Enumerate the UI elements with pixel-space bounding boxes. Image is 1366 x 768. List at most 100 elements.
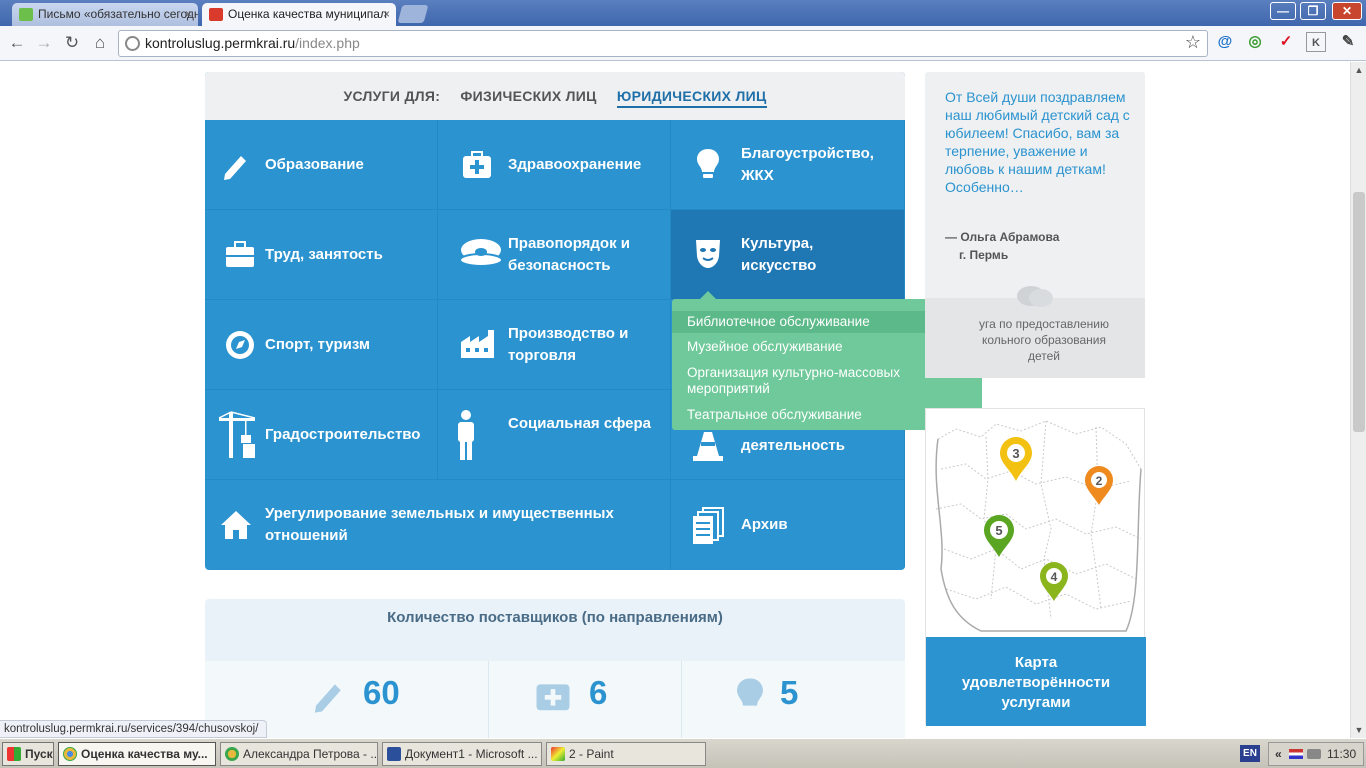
paint-icon [551,747,565,761]
browser-toolbar: ← → ↻ ⌂ kontroluslug.permkrai.ru/index.p… [0,26,1366,61]
service-education[interactable]: Образование [205,120,438,210]
review-category-area: уга по предоставлению кольного образован… [925,286,1145,378]
map-pin-4[interactable]: 4 [1038,561,1070,603]
language-indicator[interactable]: EN [1240,745,1260,762]
service-sport[interactable]: Спорт, туризм [205,300,438,390]
system-tray: « 11:30 [1268,742,1364,766]
service-utilities[interactable]: Благоустройство, ЖКХ [671,120,905,210]
review-card: От Всей души поздравляем наш любимый дет… [925,72,1145,378]
close-window-button[interactable]: ✕ [1332,2,1362,20]
service-healthcare[interactable]: Здравоохранение [438,120,671,210]
mask-icon [696,240,720,268]
service-label: Правопорядок и безопасность [508,235,630,274]
map-caption-text: Карта удовлетворённости услугами [961,654,1111,711]
services-header: УСЛУГИ ДЛЯ: ФИЗИЧЕСКИХ ЛИЦ ЮРИДИЧЕСКИХ Л… [205,72,905,120]
service-archive[interactable]: Архив [671,480,905,570]
stats-body: 60 6 5 [205,661,905,738]
tab-kontroluslug[interactable]: Оценка качества муниципал × [202,3,396,26]
tray-expand-icon[interactable]: « [1275,743,1282,765]
site-favicon-icon [209,8,223,21]
service-label: Труд, занятость [265,246,383,263]
scroll-thumb[interactable] [1353,192,1365,432]
extension-refresh-icon[interactable]: ◎ [1245,32,1265,52]
stat-utilities[interactable]: 5 [682,661,905,738]
taskbar-label: Александра Петрова - ... [243,747,378,761]
extension-check-icon[interactable]: ✓ [1276,32,1296,52]
service-labor[interactable]: Труд, занятость [205,210,438,300]
service-industry-trade[interactable]: Производство и торговля [438,300,671,390]
service-label: Урегулирование земельных и имущественных… [265,505,614,544]
windows-taskbar: Пуск Оценка качества му... Александра Пе… [0,738,1366,768]
taskbar-item-chat[interactable]: Александра Петрова - ... [220,742,378,766]
factory-icon [461,330,494,358]
services-for-label: УСЛУГИ ДЛЯ: [343,88,441,104]
tab-mail[interactable]: Письмо «обязательно сегодн × [12,3,198,26]
globe-icon [125,36,140,51]
map-pin-2[interactable]: 2 [1083,465,1115,507]
url-text: kontroluslug.permkrai.ru/index.php [145,35,360,51]
taskbar-label: Документ1 - Microsoft ... [405,747,538,761]
maximize-button[interactable]: ❐ [1300,2,1326,20]
url-path: /index.php [295,35,360,51]
medkit-icon [536,684,570,711]
taskbar-item-chrome[interactable]: Оценка качества му... [58,742,216,766]
back-arrow-icon[interactable]: ← [6,32,28,54]
home-icon[interactable]: ⌂ [89,32,111,54]
service-label: Производство и торговля [508,325,629,364]
lightbulb-icon [737,678,763,706]
service-law-enforcement[interactable]: Правопорядок и безопасность [438,210,671,300]
wrench-icon[interactable]: ✎ [1338,32,1358,52]
author-name: — Ольга Абрамова [945,230,1060,244]
house-icon [221,511,251,539]
close-icon[interactable]: × [185,3,192,26]
page-scrollbar[interactable]: ▲ ▼ [1350,62,1366,738]
review-quote[interactable]: От Всей души поздравляем наш любимый дет… [945,88,1135,196]
submenu-item-events[interactable]: Организация культурно-массовых мероприят… [672,365,922,397]
providers-stats: Количество поставщиков (по направлениям)… [205,599,905,738]
traffic-cone-icon [693,432,723,461]
service-label: деятельность [741,437,845,454]
tab-legal-entities[interactable]: ЮРИДИЧЕСКИХ ЛИЦ [616,88,767,108]
map-pin-3[interactable]: 3 [998,435,1034,483]
forward-arrow-icon[interactable]: → [33,32,55,54]
close-icon[interactable]: × [383,3,390,26]
map-image [935,420,1142,632]
browser-tab-bar: Письмо «обязательно сегодн × Оценка каче… [0,0,1366,26]
scroll-down-arrow-icon[interactable]: ▼ [1351,722,1366,738]
minimize-button[interactable]: — [1270,2,1296,20]
service-culture[interactable]: Культура, искусство [671,210,905,300]
address-bar[interactable]: kontroluslug.permkrai.ru/index.php ☆ [118,30,1208,57]
service-land-property[interactable]: Урегулирование земельных и имущественных… [205,480,671,570]
tab-individuals[interactable]: ФИЗИЧЕСКИХ ЛИЦ [460,88,596,104]
pencil-icon [224,156,246,180]
stat-healthcare[interactable]: 6 [489,661,682,738]
scroll-up-arrow-icon[interactable]: ▲ [1351,62,1366,78]
mail-at-icon[interactable]: @ [1215,32,1235,52]
clock[interactable]: 11:30 [1327,743,1356,765]
service-urban-planning[interactable]: Градостроительство [205,390,438,480]
map-pin-5[interactable]: 5 [982,513,1016,559]
author-city: г. Пермь [959,248,1009,262]
medkit-icon [463,151,491,178]
tab-title: Оценка качества муниципал [228,7,387,21]
service-label: Градостроительство [265,426,421,443]
taskbar-item-paint[interactable]: 2 - Paint [546,742,706,766]
chat-app-icon [225,747,239,761]
pin-label: 4 [1051,570,1058,584]
service-social[interactable]: Социальная сфера [438,390,671,480]
bookmark-star-icon[interactable]: ☆ [1185,32,1201,53]
taskbar-item-word[interactable]: Документ1 - Microsoft ... [382,742,542,766]
pencil-icon [314,684,341,713]
pin-label: 2 [1096,474,1103,488]
reload-icon[interactable]: ↻ [61,32,83,54]
satisfaction-map[interactable]: 3 2 5 4 Карта удовлетворённости услугами [925,408,1146,726]
new-tab-button[interactable] [397,5,429,23]
service-label: Архив [741,516,788,533]
start-button[interactable]: Пуск [2,742,54,766]
map-caption[interactable]: Карта удовлетворённости услугами [926,637,1146,726]
status-bar-url: kontroluslug.permkrai.ru/services/394/ch… [0,720,268,738]
crane-icon [218,411,256,458]
extension-k-icon[interactable]: K [1306,32,1326,52]
service-label: Социальная сфера [508,415,651,432]
lightbulb-icon [697,149,719,178]
